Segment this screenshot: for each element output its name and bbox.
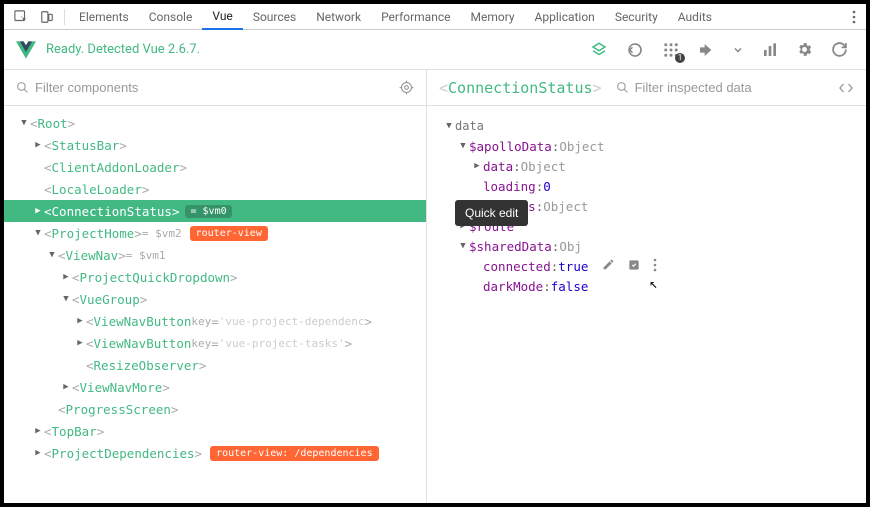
events-tab-icon[interactable]: 1 [662,41,680,59]
more-icon[interactable] [846,6,862,28]
tree-node-ProjectHome[interactable]: ▼<ProjectHome> = $vm2router-view [4,222,426,244]
vue-devtools-header: Ready. Detected Vue 2.6.7. 1 [4,30,866,70]
devtools-tab-audits[interactable]: Audits [668,4,722,30]
inspector-title: <ConnectionStatus> [439,79,602,97]
devtools-tab-network[interactable]: Network [306,4,371,30]
component-tree: ▼<Root>▶<StatusBar><ClientAddonLoader><L… [4,106,426,503]
devtools-tab-performance[interactable]: Performance [371,4,460,30]
devtools-tab-memory[interactable]: Memory [460,4,524,30]
tree-node-LocaleLoader[interactable]: <LocaleLoader> [4,178,426,200]
data-root[interactable]: ▼ data [443,116,850,136]
perf-tab-icon[interactable] [762,42,778,58]
search-icon [616,81,629,94]
expand-arrow-icon[interactable]: ▶ [32,140,44,150]
vuex-tab-icon[interactable] [626,41,644,59]
data-prop-sharedData[interactable]: ▼$sharedData: ObjQuick edit [443,236,850,256]
tree-node-ViewNavMore[interactable]: ▶<ViewNavMore> [4,376,426,398]
expand-arrow-icon[interactable]: ▼ [18,118,30,128]
devtools-tab-console[interactable]: Console [139,4,203,30]
expand-arrow-icon[interactable]: ▶ [32,426,44,436]
events-badge: 1 [675,53,685,63]
tree-node-ProjectQuickDropdown[interactable]: ▶<ProjectQuickDropdown> [4,266,426,288]
tree-node-ProgressScreen[interactable]: <ProgressScreen> [4,398,426,420]
tree-node-ViewNavButton[interactable]: ▶<ViewNavButton key='vue-project-tasks'> [4,332,426,354]
inspector-data-panel: ▼ data▼$apolloData: Object▶data: Objectl… [427,106,866,503]
data-prop-darkMode[interactable]: darkMode: false [443,276,850,296]
devtools-tab-vue[interactable]: Vue [202,4,242,30]
tree-node-ProjectDependencies[interactable]: ▶<ProjectDependencies>router-view: /depe… [4,442,426,464]
devtools-tab-security[interactable]: Security [605,4,668,30]
devtools-tab-elements[interactable]: Elements [69,4,139,30]
expand-arrow-icon[interactable]: ▶ [60,272,72,282]
edit-icon[interactable] [602,258,615,275]
component-filter-bar [4,70,426,106]
components-tab-icon[interactable] [590,41,608,59]
open-in-editor-icon[interactable] [838,81,854,95]
device-toolbar-icon[interactable] [34,6,60,28]
refresh-icon[interactable] [831,41,848,58]
devtools-tab-sources[interactable]: Sources [243,4,306,30]
expand-arrow-icon[interactable]: ▶ [60,382,72,392]
router-view-badge: router-view: /dependencies [210,446,379,461]
filter-inspected-input[interactable] [635,80,832,95]
data-prop-data[interactable]: ▶data: Object [443,156,850,176]
vue-logo-icon [16,40,36,60]
tree-node-StatusBar[interactable]: ▶<StatusBar> [4,134,426,156]
tree-node-Root[interactable]: ▼<Root> [4,112,426,134]
data-prop-connected[interactable]: connected: true↖ [443,256,850,276]
vue-status-text: Ready. Detected Vue 2.6.7. [46,42,200,57]
expand-arrow-icon[interactable]: ▼ [60,294,72,304]
tooltip: Quick edit [455,200,528,226]
chevron-down-icon[interactable] [732,44,744,56]
search-icon [16,81,29,94]
select-component-icon[interactable] [399,80,414,95]
router-view-badge: router-view [190,226,268,241]
inspect-element-icon[interactable] [8,6,34,28]
expand-arrow-icon[interactable]: ▶ [74,316,86,326]
tree-node-VueGroup[interactable]: ▼<VueGroup> [4,288,426,310]
tree-node-ClientAddonLoader[interactable]: <ClientAddonLoader> [4,156,426,178]
tree-node-ViewNav[interactable]: ▼<ViewNav> = $vm1 [4,244,426,266]
quick-edit-icon[interactable]: ↖ [627,258,641,275]
data-prop-loading[interactable]: loading: 0 [443,176,850,196]
settings-icon[interactable] [796,41,813,58]
expand-arrow-icon[interactable]: ▼ [32,228,44,238]
tree-node-ConnectionStatus[interactable]: ▶<ConnectionStatus>= $vm0 [4,200,426,222]
more-actions-icon[interactable] [653,258,657,275]
expand-arrow-icon[interactable]: ▶ [32,206,44,216]
tree-node-TopBar[interactable]: ▶<TopBar> [4,420,426,442]
inspector-header: <ConnectionStatus> [427,70,866,106]
expand-arrow-icon[interactable]: ▶ [74,338,86,348]
data-prop-apolloData[interactable]: ▼$apolloData: Object [443,136,850,156]
devtools-tab-strip: ElementsConsoleVueSourcesNetworkPerforma… [4,4,866,30]
tree-node-ViewNavButton[interactable]: ▶<ViewNavButton key='vue-project-depende… [4,310,426,332]
routing-tab-icon[interactable] [698,42,714,58]
expand-arrow-icon[interactable]: ▶ [32,448,44,458]
filter-components-input[interactable] [35,80,393,95]
expand-arrow-icon[interactable]: ▼ [46,250,58,260]
devtools-tab-application[interactable]: Application [525,4,605,30]
tree-node-ResizeObserver[interactable]: <ResizeObserver> [4,354,426,376]
